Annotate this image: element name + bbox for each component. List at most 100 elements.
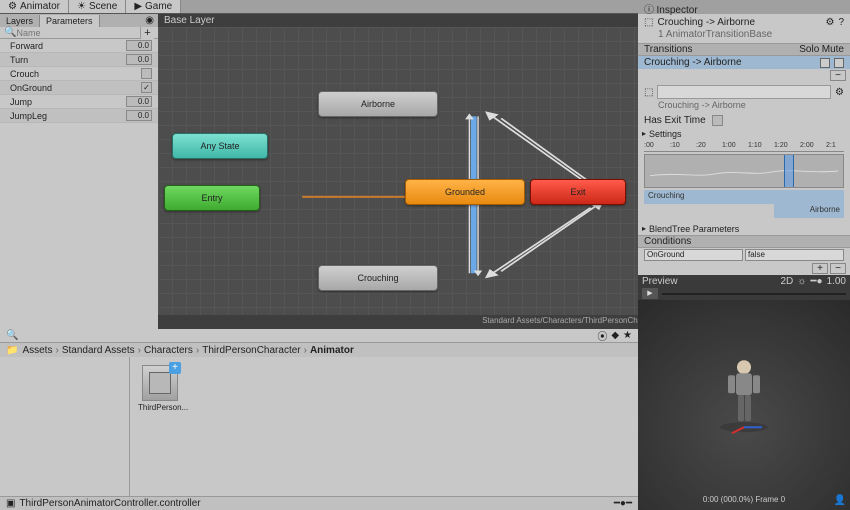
tab-scene[interactable]: ☀Scene [69,0,126,13]
project-sidebar[interactable] [0,357,130,496]
search-icon: 🔍 [6,330,16,341]
breadcrumb-segment[interactable]: ThirdPersonCharacter [202,345,300,356]
param-row-turn[interactable]: Turn0.0 [0,53,158,67]
asset-grid[interactable]: + ThirdPerson... [130,357,638,496]
param-name: Forward [10,41,126,51]
solo-header: Solo [799,44,819,55]
param-name: Crouch [10,69,141,79]
node-airborne[interactable]: Airborne [318,91,438,117]
param-row-jumpleg[interactable]: JumpLeg0.0 [0,109,158,123]
timeline-tick: 1:20 [774,142,788,149]
mute-header: Mute [822,44,844,55]
animator-controller-icon: + [142,365,178,401]
layer-breadcrumb[interactable]: Base Layer [164,15,215,26]
transition-name-input[interactable] [657,85,831,99]
tab-parameters[interactable]: Parameters [40,15,100,27]
preview-speed-value: 1.00 [827,276,846,287]
param-value[interactable]: 0.0 [126,96,152,107]
filter-type-icon[interactable]: ◆ [611,330,619,341]
help-icon[interactable]: ? [838,17,844,28]
filter-icon[interactable]: ⦿ [597,328,607,343]
frame-info: 0:00 (000.0%) Frame 0 [638,495,850,504]
asset-label: ThirdPerson... [138,403,182,412]
timeline-tick: :00 [644,142,654,149]
preview-lighting-icon[interactable]: ☼ [797,276,806,287]
chevron-right-icon [52,345,61,356]
timeline-tick: 1:00 [722,142,736,149]
preview-speed-slider[interactable]: ━● [810,276,822,287]
transition-type-icon: ⬚ [644,87,653,98]
tab-animator[interactable]: ⚙Animator [0,0,69,13]
settings-foldout[interactable]: Settings [638,127,850,140]
timeline-tick: :20 [696,142,706,149]
transition-name-label: Crouching -> Airborne [638,100,850,110]
gear-icon[interactable]: ⚙ [835,87,844,98]
tab-game[interactable]: ▶Game [126,0,181,13]
curve-preview [644,154,844,188]
node-grounded[interactable]: Grounded [405,179,525,205]
scrubber[interactable] [662,293,846,295]
param-checkbox[interactable]: ✓ [141,82,152,93]
param-row-jump[interactable]: Jump0.0 [0,95,158,109]
inspector-subtitle: 1 AnimatorTransitionBase [658,29,844,40]
preview-viewport[interactable]: 0:00 (000.0%) Frame 0 👤 [638,300,850,510]
breadcrumb-segment[interactable]: Standard Assets [62,345,135,356]
add-condition-button[interactable]: + [812,263,828,274]
transition-timeline[interactable]: :00:10:201:001:101:202:002:1 Crouching A… [638,140,850,222]
chevron-right-icon [193,345,202,356]
breadcrumb-segment[interactable]: Characters [144,345,193,356]
add-parameter-button[interactable]: + [140,27,154,39]
project-search-input[interactable] [20,331,593,341]
param-value[interactable]: 0.0 [126,54,152,65]
character-preview [714,355,774,438]
track-source[interactable]: Crouching [644,190,844,204]
chevron-right-icon [301,345,310,356]
inspector-title: Crouching -> Airborne [657,17,821,28]
breadcrumb: 📁 Assets Standard Assets Characters ThirdPe… [0,343,638,357]
folder-icon: 📁 [6,345,18,356]
node-exit[interactable]: Exit [530,179,626,205]
has-exit-time-label: Has Exit Time [644,115,706,126]
remove-transition-button[interactable]: − [830,70,846,81]
param-search-input[interactable] [16,28,140,38]
track-destination[interactable]: Airborne [774,204,844,218]
node-any-state[interactable]: Any State [172,133,268,159]
preview-2d-toggle[interactable]: 2D [781,276,794,287]
playhead-icon[interactable] [784,155,794,187]
node-entry[interactable]: Entry [164,185,260,211]
eye-icon[interactable]: ◉ [141,15,158,26]
tab-layers[interactable]: Layers [0,15,40,27]
blendtree-foldout[interactable]: BlendTree Parameters [638,222,850,235]
condition-parameter-select[interactable]: OnGround [644,249,743,261]
timeline-tick: 2:1 [826,142,836,149]
transition-list-item[interactable]: Crouching -> Airborne [638,56,850,69]
mute-checkbox[interactable] [834,58,844,68]
slider-icon[interactable]: ━●━ [614,498,632,509]
timeline-tick: 2:00 [800,142,814,149]
timeline-tick: 1:10 [748,142,762,149]
solo-checkbox[interactable] [820,58,830,68]
param-checkbox[interactable] [141,68,152,79]
gear-icon[interactable]: ⚙ [825,17,834,28]
parameters-panel: Layers Parameters ◉ 🔍 + Forward0.0Turn0.… [0,14,158,329]
node-crouching[interactable]: Crouching [318,265,438,291]
avatar-selector-icon[interactable]: 👤 [834,495,846,506]
param-name: Turn [10,55,126,65]
param-row-crouch[interactable]: Crouch [0,67,158,81]
param-row-onground[interactable]: OnGround✓ [0,81,158,95]
param-row-forward[interactable]: Forward0.0 [0,39,158,53]
preview-label: Preview [642,276,678,287]
play-button[interactable]: ▶ [642,288,658,299]
remove-condition-button[interactable]: − [830,263,846,274]
param-value[interactable]: 0.0 [126,40,152,51]
breadcrumb-segment[interactable]: Animator [310,345,354,356]
favorite-icon[interactable]: ★ [623,330,632,341]
param-name: Jump [10,97,126,107]
param-value[interactable]: 0.0 [126,110,152,121]
search-icon: 🔍 [4,27,16,38]
breadcrumb-segment[interactable]: Assets [22,345,52,356]
has-exit-time-checkbox[interactable] [712,115,723,126]
condition-value-select[interactable]: false [745,249,844,261]
asset-item[interactable]: + ThirdPerson... [138,365,182,412]
tab-inspector[interactable]: ⓘ Inspector [638,0,850,14]
